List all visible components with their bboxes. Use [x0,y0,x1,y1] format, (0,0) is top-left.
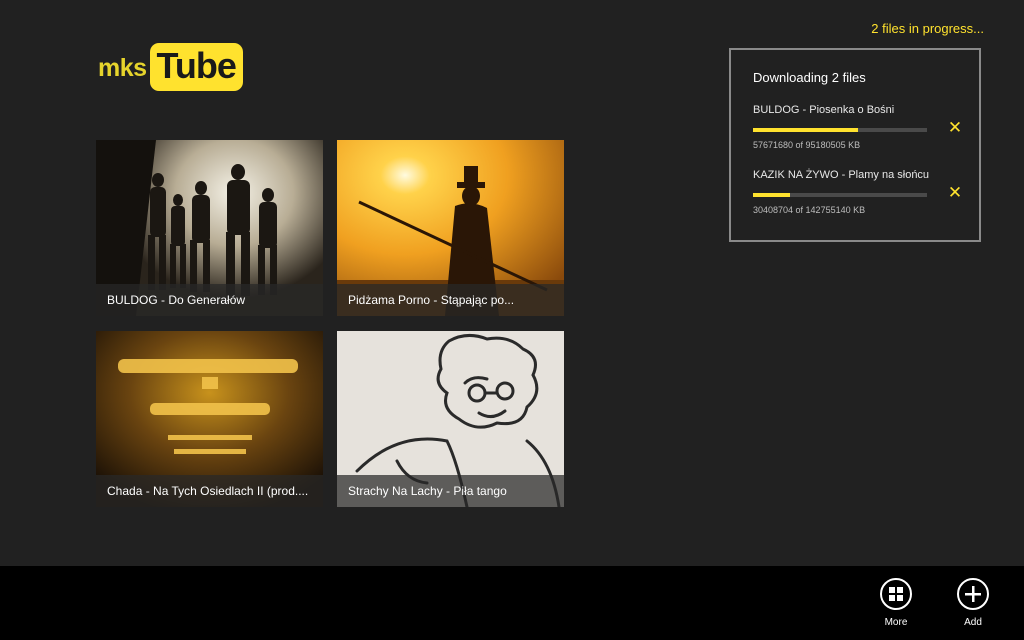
download-progress-bar [753,128,927,132]
app-logo: mks Tube [98,42,243,92]
download-status-link[interactable]: 2 files in progress... [871,21,984,36]
add-button-label: Add [964,617,982,628]
app-window: mks Tube 2 files in progress... Download… [0,0,1024,640]
video-tile[interactable]: Chada - Na Tych Osiedlach II (prod.... [96,331,323,507]
download-item: BULDOG - Piosenka o Bośni 57671680 of 95… [753,104,973,150]
download-progress-fill [753,128,859,132]
logo-main: Tube [149,43,243,91]
more-button[interactable]: More [866,578,926,628]
logo-prefix: mks [98,53,147,82]
download-item-size: 30408704 of 142755140 KB [753,205,866,215]
close-icon[interactable]: ✕ [947,184,963,201]
download-item: KAZIK NA ŻYWO - Plamy na słońcu 30408704… [753,169,973,215]
add-button[interactable]: Add [943,578,1003,628]
video-tile[interactable]: Pidżama Porno - Stąpając po... [337,140,564,316]
more-button-label: More [884,617,908,628]
video-tile[interactable]: BULDOG - Do Generałów [96,140,323,316]
plus-icon [957,578,989,610]
download-progress-fill [753,193,791,197]
download-progress-bar [753,193,927,197]
app-bar: More Add [0,566,1024,640]
grid-icon [880,578,912,610]
downloads-panel: Downloading 2 files BULDOG - Piosenka o … [729,48,981,242]
video-tile-caption: BULDOG - Do Generałów [96,284,323,316]
downloads-title: Downloading 2 files [753,70,866,85]
download-item-size: 57671680 of 95180505 KB [753,140,861,150]
close-icon[interactable]: ✕ [947,119,963,136]
video-tile-caption: Strachy Na Lachy - Piła tango [337,475,564,507]
video-tile[interactable]: Strachy Na Lachy - Piła tango [337,331,564,507]
video-tile-caption: Chada - Na Tych Osiedlach II (prod.... [96,475,323,507]
download-item-name: KAZIK NA ŻYWO - Plamy na słońcu [753,169,930,181]
download-item-name: BULDOG - Piosenka o Bośni [753,104,895,116]
video-tile-caption: Pidżama Porno - Stąpając po... [337,284,564,316]
